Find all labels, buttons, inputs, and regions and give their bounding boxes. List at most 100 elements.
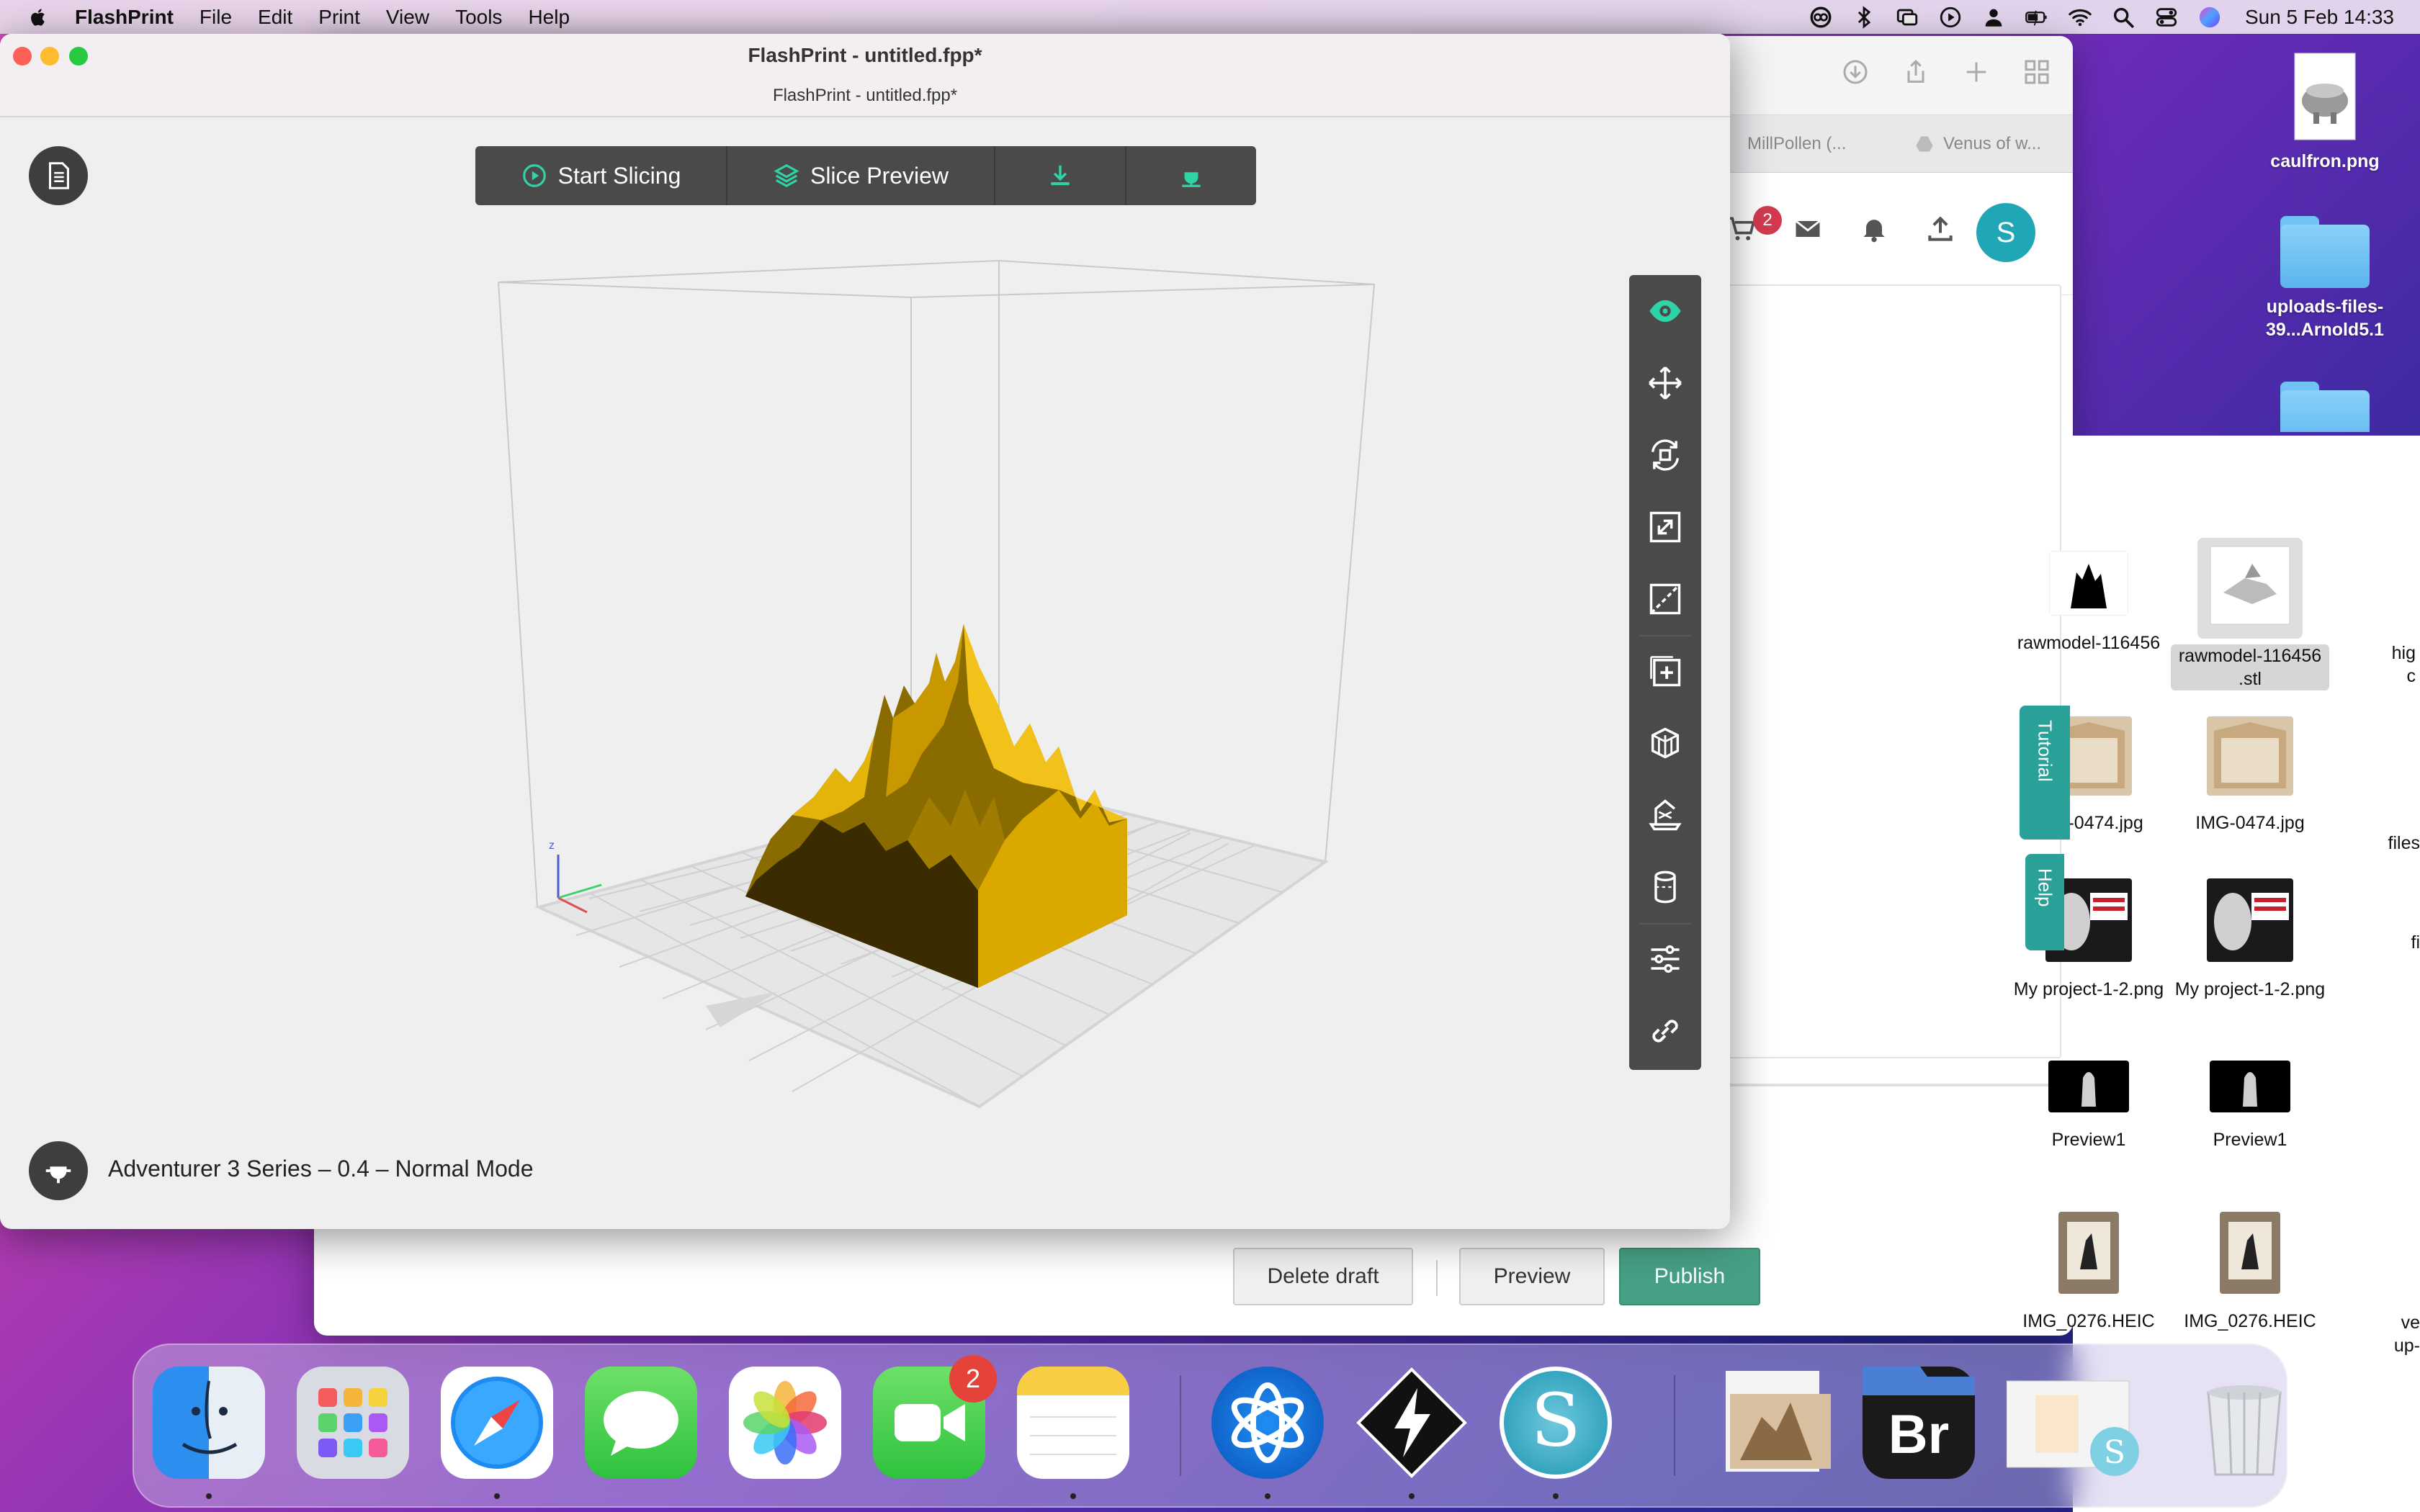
settings-tool[interactable] (1629, 923, 1701, 995)
dock-app-notes[interactable] (1017, 1367, 1129, 1479)
new-tab-icon[interactable] (1962, 58, 1991, 86)
dock-stack-downloads[interactable] (1718, 1367, 1831, 1479)
dock-app-bridge[interactable]: Br (1863, 1367, 1975, 1479)
window-subtitle: FlashPrint - untitled.fpp* (772, 86, 958, 105)
siri-icon[interactable] (2197, 5, 2222, 30)
search-icon[interactable] (2111, 5, 2136, 30)
user-icon[interactable] (1981, 5, 2006, 30)
finder-item-label: My project-1-2.png (2174, 979, 2326, 999)
menu-file[interactable]: File (200, 6, 232, 29)
slice-preview-button[interactable]: Slice Preview (727, 146, 995, 205)
browser-tab[interactable]: MillPollen (... (1747, 124, 1846, 164)
menu-edit[interactable]: Edit (258, 6, 292, 29)
dock-stack-files[interactable]: S (2006, 1367, 2139, 1479)
folder-icon (2280, 382, 2370, 432)
cut-tool[interactable] (1629, 563, 1701, 635)
desktop-folder-partial[interactable] (2246, 382, 2404, 432)
dock-app-battlenet[interactable] (1211, 1367, 1324, 1479)
finder-clipped-label: files (2388, 833, 2420, 853)
supports-tool[interactable] (1629, 707, 1701, 779)
export-button[interactable] (995, 146, 1126, 205)
browser-tab[interactable]: Venus of w... (1914, 124, 2041, 164)
finder-clipped-label: up- (2393, 1336, 2420, 1356)
finder-item[interactable]: rawmodel-116456 (2009, 550, 2168, 654)
finder-item[interactable]: IMG-0474.jpg (2171, 716, 2329, 834)
running-indicator (494, 1493, 500, 1499)
tutorial-tab[interactable]: Tutorial (2020, 706, 2070, 840)
folder-icon (2280, 216, 2370, 288)
eye-icon (1649, 300, 1681, 323)
finder-item-label: Preview1 (2213, 1130, 2287, 1150)
battery-icon[interactable] (2025, 5, 2049, 30)
screen-mirror-icon[interactable] (1895, 5, 1919, 30)
desktop-file-label: caulfron.png (2270, 151, 2380, 171)
avatar[interactable]: S (1976, 203, 2035, 262)
3d-viewport[interactable]: z (0, 117, 1730, 1229)
scale-tool[interactable] (1629, 491, 1701, 563)
dock-app-trash[interactable] (2188, 1367, 2300, 1479)
svg-text:Br: Br (1888, 1404, 1949, 1465)
download-icon[interactable] (1841, 58, 1870, 86)
dock-app-silhouette[interactable]: S (1500, 1367, 1612, 1479)
move-tool[interactable] (1629, 347, 1701, 419)
notification-badge: 2 (949, 1355, 997, 1403)
finder-item[interactable]: Preview1 (2009, 1061, 2168, 1151)
bell-icon[interactable] (1858, 213, 1890, 245)
finder-item[interactable]: IMG_0276.HEIC (2009, 1212, 2168, 1333)
connect-printer-button[interactable] (1126, 146, 1256, 205)
creative-cloud-icon[interactable] (1809, 5, 1833, 30)
link-tool[interactable] (1629, 995, 1701, 1067)
project-info-button[interactable] (29, 146, 88, 205)
image-thumbnail-icon (2048, 550, 2129, 616)
dock-app-safari[interactable] (441, 1367, 553, 1479)
start-slicing-button[interactable]: Start Slicing (475, 146, 727, 205)
menu-print[interactable]: Print (318, 6, 360, 29)
finder-icon (182, 1380, 238, 1454)
play-icon[interactable] (1938, 5, 1963, 30)
delete-draft-button[interactable]: Delete draft (1233, 1248, 1413, 1305)
scale-icon (1649, 511, 1681, 543)
menu-tools[interactable]: Tools (455, 6, 502, 29)
dock-app-finder[interactable] (153, 1367, 265, 1479)
finder-item[interactable]: My project-1-2.png (2171, 878, 2329, 1001)
flashprint-window: FlashPrint - untitled.fpp* FlashPrint - … (0, 34, 1730, 1229)
mail-icon[interactable] (1792, 213, 1824, 245)
desktop-file-caulfron[interactable]: caulfron.png (2246, 50, 2404, 173)
dock-app-photos[interactable] (729, 1367, 841, 1479)
finder-item-selected[interactable]: rawmodel-116456 .stl (2171, 538, 2329, 690)
dock-app-launchpad[interactable] (297, 1367, 409, 1479)
upload-icon[interactable] (1924, 213, 1956, 245)
bluetooth-icon[interactable] (1852, 5, 1876, 30)
control-center-icon[interactable] (2154, 5, 2179, 30)
add-object-tool[interactable] (1629, 635, 1701, 707)
move-icon (1649, 366, 1682, 400)
dock-app-flashprint[interactable] (1355, 1367, 1468, 1479)
menu-help[interactable]: Help (528, 6, 570, 29)
app-menu[interactable]: FlashPrint (75, 6, 174, 29)
publish-button[interactable]: Publish (1619, 1248, 1760, 1305)
apple-icon[interactable] (29, 7, 49, 27)
menubar-clock[interactable]: Sun 5 Feb 14:33 (2245, 6, 2394, 29)
rotate-tool[interactable] (1629, 419, 1701, 491)
help-tab[interactable]: Help (2025, 854, 2064, 950)
preview-button[interactable]: Preview (1459, 1248, 1605, 1305)
printer-connection-button[interactable] (29, 1141, 88, 1200)
raft-tool[interactable] (1629, 779, 1701, 851)
share-icon[interactable] (1901, 58, 1930, 86)
view-tool[interactable] (1629, 275, 1701, 347)
image-thumbnail-icon (2294, 53, 2356, 140)
finder-item[interactable]: Preview1 (2171, 1061, 2329, 1151)
document-icon (48, 162, 69, 189)
extruder-tool[interactable] (1629, 851, 1701, 923)
launchpad-icon (318, 1388, 387, 1457)
finder-clipped-label: hig (2391, 643, 2416, 663)
menu-view[interactable]: View (386, 6, 429, 29)
flashprint-icon (1356, 1367, 1467, 1478)
dock-app-messages[interactable] (585, 1367, 697, 1479)
help-tab-label: Help (2034, 868, 2056, 907)
window-titlebar: FlashPrint - untitled.fpp* FlashPrint - … (0, 34, 1730, 117)
tab-overview-icon[interactable] (2022, 58, 2051, 86)
desktop-folder-uploads[interactable]: uploads-files-39...Arnold5.1 (2246, 216, 2404, 341)
finder-item[interactable]: IMG_0276.HEIC (2171, 1212, 2329, 1333)
wifi-icon[interactable] (2068, 5, 2092, 30)
